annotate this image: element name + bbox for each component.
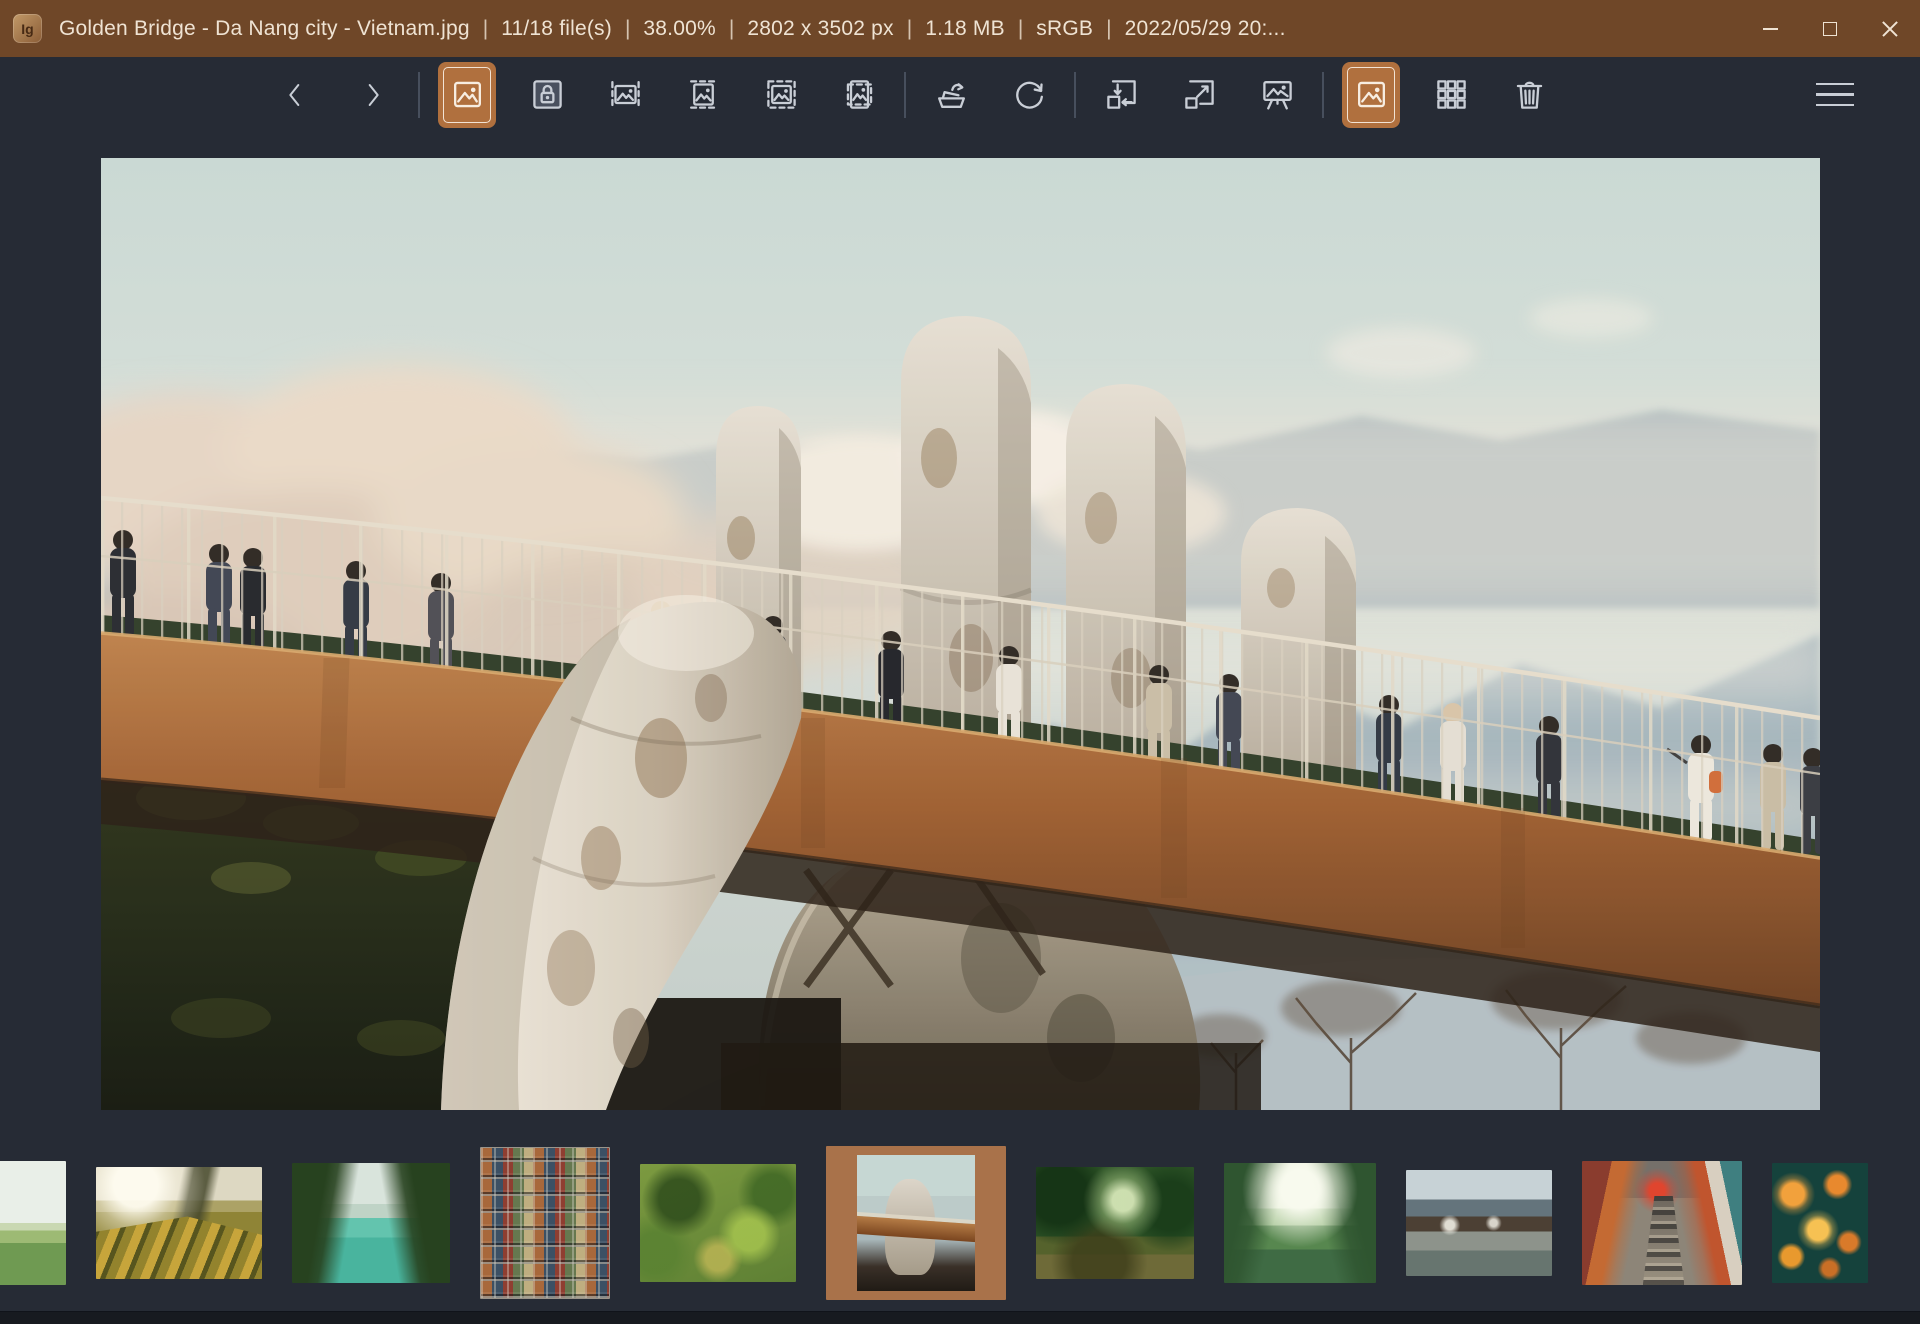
- thumbnail-golden-bridge-image: [857, 1155, 975, 1291]
- picture-icon: [1353, 76, 1390, 113]
- maximize-icon: [1823, 22, 1837, 36]
- thumbnail-train-street[interactable]: [1582, 1161, 1742, 1285]
- hamburger-icon: [1816, 83, 1854, 85]
- thumbnail-village-reflection[interactable]: [1406, 1170, 1552, 1276]
- thumbnail-emerald-lagoon[interactable]: [292, 1163, 450, 1283]
- title-separator: |: [1018, 17, 1023, 41]
- trash-icon: [1511, 76, 1548, 113]
- toolbar-separator: [1074, 72, 1076, 118]
- picture-easel-icon: [1259, 76, 1296, 113]
- title-separator: |: [1106, 17, 1111, 41]
- padlock-icon: [529, 76, 566, 113]
- box-arrow-in-icon: [1103, 76, 1140, 113]
- thumbnail-golden-bridge-selected[interactable]: [826, 1146, 1006, 1300]
- lock-zoom-button[interactable]: [520, 68, 574, 122]
- open-file-button[interactable]: [924, 68, 978, 122]
- close-button[interactable]: [1860, 0, 1920, 57]
- thumbnail-lanterns[interactable]: [1772, 1163, 1868, 1283]
- title-filename: Golden Bridge - Da Nang city - Vietnam.j…: [59, 17, 470, 41]
- picture-dashed-frame-icon: [763, 76, 800, 113]
- thumbnail-aerial-farmland[interactable]: [640, 1164, 796, 1282]
- toolbar-separator: [1322, 72, 1324, 118]
- scale-to-height-button[interactable]: [676, 68, 730, 122]
- window-fit-button[interactable]: [1094, 68, 1148, 122]
- toolbar: [0, 57, 1920, 132]
- title-separator: |: [625, 17, 630, 41]
- grid-view-button[interactable]: [1424, 68, 1478, 122]
- picture-icon: [449, 76, 486, 113]
- title-date: 2022/05/29 20:...: [1125, 17, 1286, 41]
- scale-to-fit-button[interactable]: [754, 68, 808, 122]
- main-menu-button[interactable]: [1816, 83, 1862, 106]
- next-image-button[interactable]: [346, 68, 400, 122]
- slideshow-button[interactable]: [1250, 68, 1304, 122]
- title-zoom-level: 38.00%: [643, 17, 715, 41]
- main-image[interactable]: [101, 158, 1820, 1110]
- toolbar-separator: [904, 72, 906, 118]
- title-dimensions: 2802 x 3502 px: [747, 17, 893, 41]
- box-arrow-out-icon: [1181, 76, 1218, 113]
- title-separator: |: [907, 17, 912, 41]
- thumbnail-rice-terraces[interactable]: [96, 1167, 262, 1279]
- title-color-profile: sRGB: [1036, 17, 1093, 41]
- thumbnail-photo-collage[interactable]: [480, 1147, 610, 1299]
- title-file-count: 11/18 file(s): [501, 17, 612, 41]
- tray-arrow-icon: [933, 76, 970, 113]
- picture-dashed-crop-icon: [841, 76, 878, 113]
- picture-dashed-topbottom-icon: [685, 76, 722, 113]
- thumbnail-gallery-button[interactable]: [1342, 62, 1400, 128]
- close-icon: [1881, 20, 1899, 38]
- chevron-right-icon: [357, 79, 389, 111]
- minimize-icon: [1763, 28, 1778, 30]
- viewer-canvas: [0, 132, 1920, 1135]
- grid-3x3-icon: [1433, 76, 1470, 113]
- title-file-size: 1.18 MB: [925, 17, 1005, 41]
- maximize-button[interactable]: [1800, 0, 1860, 57]
- full-screen-button[interactable]: [1172, 68, 1226, 122]
- thumbnail-jungle-river[interactable]: [1036, 1167, 1194, 1279]
- window-bottom-edge: [0, 1311, 1920, 1324]
- title-separator: |: [483, 17, 488, 41]
- window-controls: [1740, 0, 1920, 57]
- auto-zoom-button[interactable]: [438, 62, 496, 128]
- picture-dashed-sides-icon: [607, 76, 644, 113]
- minimize-button[interactable]: [1740, 0, 1800, 57]
- golden-bridge-photo: [101, 158, 1820, 1110]
- title-separator: |: [729, 17, 734, 41]
- thumbnail-karst-lake[interactable]: [1224, 1163, 1376, 1283]
- titlebar[interactable]: Ig Golden Bridge - Da Nang city - Vietna…: [0, 0, 1920, 57]
- scale-to-fill-button[interactable]: [832, 68, 886, 122]
- toolbar-separator: [418, 72, 420, 118]
- refresh-button[interactable]: [1002, 68, 1056, 122]
- app-icon: Ig: [13, 14, 42, 43]
- thumbnail-bar: [0, 1135, 1920, 1311]
- previous-image-button[interactable]: [268, 68, 322, 122]
- circular-arrows-icon: [1011, 76, 1048, 113]
- chevron-left-icon: [279, 79, 311, 111]
- delete-image-button[interactable]: [1502, 68, 1556, 122]
- scale-to-width-button[interactable]: [598, 68, 652, 122]
- window-title: Golden Bridge - Da Nang city - Vietnam.j…: [59, 17, 1286, 41]
- thumbnail-rice-field[interactable]: [0, 1161, 66, 1285]
